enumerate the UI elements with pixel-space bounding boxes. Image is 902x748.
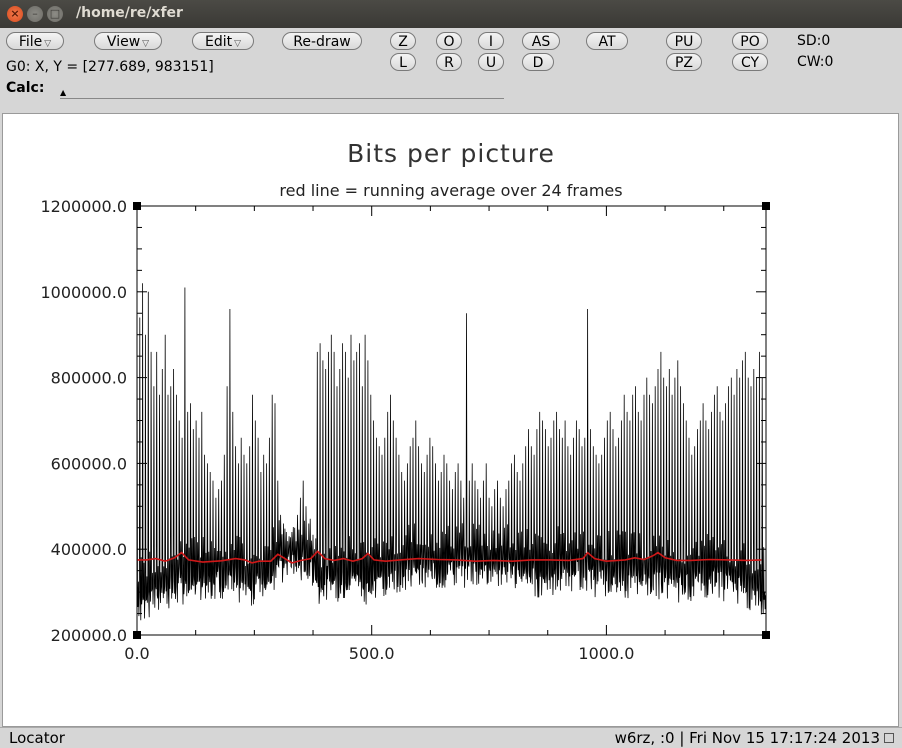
resize-grip-icon — [884, 733, 894, 743]
chevron-down-icon: ▽ — [44, 39, 52, 49]
edit-menu-button[interactable]: Edit ▽ — [192, 32, 254, 50]
chart-title: Bits per picture — [347, 139, 555, 168]
chart-subtitle: red line = running average over 24 frame… — [279, 181, 622, 200]
u-button[interactable]: U — [478, 53, 504, 71]
y-tick-label: 600000.0 — [51, 454, 127, 473]
chevron-down-icon: ▽ — [142, 39, 150, 49]
at-button[interactable]: AT — [586, 32, 628, 50]
y-tick-label: 800000.0 — [51, 369, 127, 388]
d-button[interactable]: D — [522, 53, 554, 71]
status-bar: Locator w6rz, :0 | Fri Nov 15 17:17:24 2… — [0, 727, 902, 748]
window-title: /home/re/xfer — [76, 5, 183, 21]
z-button[interactable]: Z — [390, 32, 416, 50]
close-window-button[interactable]: × — [7, 6, 23, 22]
pz-button[interactable]: PZ — [666, 53, 702, 71]
bits-per-frame-line — [136, 283, 766, 621]
po-button[interactable]: PO — [732, 32, 768, 50]
l-button[interactable]: L — [390, 53, 416, 71]
view-menu-button[interactable]: View ▽ — [94, 32, 162, 50]
cw-readout: CW:0 — [797, 54, 834, 70]
r-button[interactable]: R — [436, 53, 462, 71]
redraw-button[interactable]: Re-draw — [282, 32, 362, 50]
cy-button[interactable]: CY — [732, 53, 768, 71]
y-tick-label: 1200000.0 — [40, 197, 127, 216]
status-locator: Locator — [9, 729, 65, 747]
y-tick-label: 400000.0 — [51, 540, 127, 559]
window-titlebar: × – □ /home/re/xfer — [0, 0, 902, 28]
toolbar: File ▽ View ▽ Edit ▽ Re-draw Z O I AS AT PU… — [0, 28, 902, 112]
bits-per-picture-chart: Bits per picture red line = running aver… — [40, 139, 770, 663]
file-menu-button[interactable]: File ▽ — [6, 32, 64, 50]
calc-input[interactable] — [60, 96, 504, 99]
y-tick-label: 200000.0 — [51, 626, 127, 645]
y-tick-label: 1000000.0 — [40, 283, 127, 302]
x-tick-label: 500.0 — [349, 644, 395, 663]
status-host-time: w6rz, :0 | Fri Nov 15 17:17:24 2013 — [614, 729, 880, 747]
minimize-window-button[interactable]: – — [27, 6, 43, 22]
x-tick-label: 1000.0 — [578, 644, 634, 663]
pu-button[interactable]: PU — [666, 32, 702, 50]
x-tick-label: 0.0 — [124, 644, 149, 663]
plot-area[interactable]: Bits per picture red line = running aver… — [2, 113, 899, 727]
coordinate-readout: G0: X, Y = [277.689, 983151] — [6, 59, 214, 75]
maximize-window-button[interactable]: □ — [47, 6, 63, 22]
i-button[interactable]: I — [478, 32, 504, 50]
as-button[interactable]: AS — [522, 32, 560, 50]
calc-label: Calc: — [6, 80, 45, 96]
sd-readout: SD:0 — [797, 33, 831, 49]
chevron-down-icon: ▽ — [234, 39, 242, 49]
o-button[interactable]: O — [436, 32, 462, 50]
